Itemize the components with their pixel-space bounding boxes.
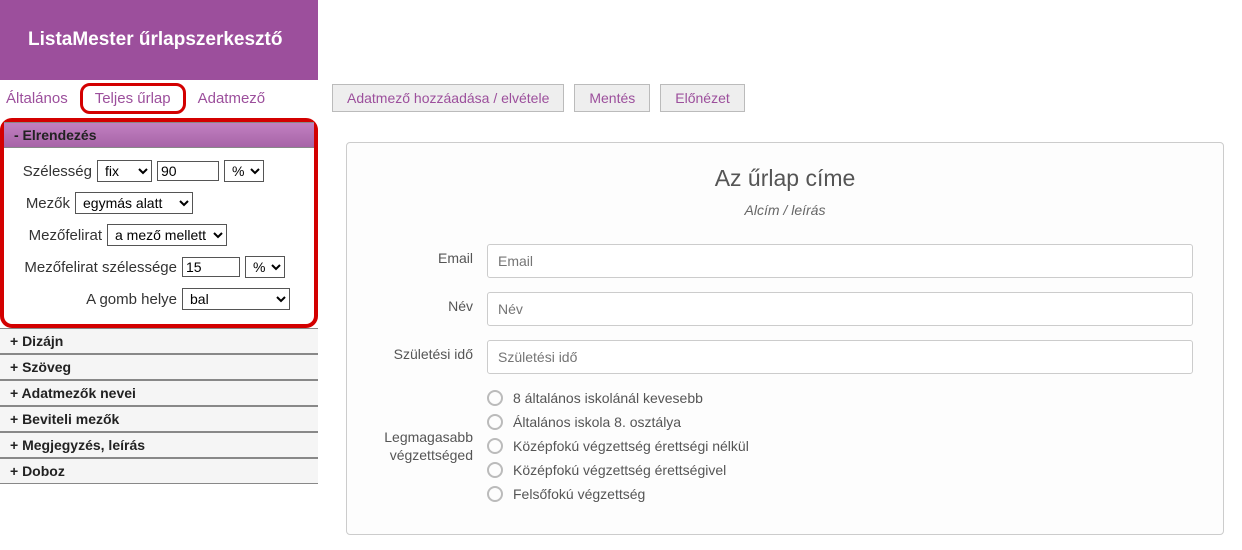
preview-area: Az űrlap címe Alcím / leírás Email Név S… — [318, 116, 1242, 535]
email-input[interactable] — [487, 244, 1193, 278]
tabs: Általános Teljes űrlap Adatmező — [0, 83, 318, 114]
toolbar: Adatmező hozzáadása / elvétele Mentés El… — [318, 84, 745, 112]
app-title: ListaMester űrlapszerkesztő — [28, 29, 283, 51]
add-remove-field-button[interactable]: Adatmező hozzáadása / elvétele — [332, 84, 564, 112]
form-row-name: Név — [377, 292, 1193, 326]
radio-icon — [487, 486, 503, 502]
tab-general[interactable]: Általános — [0, 84, 80, 113]
fields-select[interactable]: egymás alatt — [75, 192, 193, 214]
preview-button[interactable]: Előnézet — [660, 84, 744, 112]
radio-icon — [487, 390, 503, 406]
education-label: Legmagasabb végzettséged — [377, 388, 487, 464]
section-layout-header[interactable]: - Elrendezés — [4, 122, 314, 148]
width-label: Szélesség — [22, 163, 92, 180]
email-label: Email — [377, 244, 487, 266]
form-row-birth: Születési idő — [377, 340, 1193, 374]
save-button[interactable]: Mentés — [574, 84, 650, 112]
name-input[interactable] — [487, 292, 1193, 326]
section-layout-body: Szélesség fix % Mezők egymás alatt Mezőf… — [4, 148, 314, 324]
radio-icon — [487, 414, 503, 430]
width-mode-select[interactable]: fix — [97, 160, 152, 182]
form-row-education: Legmagasabb végzettséged 8 általános isk… — [377, 388, 1193, 510]
form-subtitle: Alcím / leírás — [377, 202, 1193, 218]
layout-section-highlight: - Elrendezés Szélesség fix % Mezők egymá… — [0, 118, 318, 328]
width-value-input[interactable] — [157, 161, 219, 181]
row-width: Szélesség fix % — [22, 160, 296, 182]
form-row-email: Email — [377, 244, 1193, 278]
fieldlabel-select[interactable]: a mező mellett — [107, 224, 227, 246]
section-inputs[interactable]: + Beviteli mezők — [0, 406, 318, 432]
section-design[interactable]: + Dizájn — [0, 328, 318, 354]
labelwidth-unit-select[interactable]: % — [245, 256, 285, 278]
fieldlabel-label: Mezőfelirat — [22, 227, 102, 244]
tab-full-form[interactable]: Teljes űrlap — [80, 83, 186, 114]
radio-icon — [487, 438, 503, 454]
buttonpos-label: A gomb helye — [22, 291, 177, 308]
top-row: Általános Teljes űrlap Adatmező Adatmező… — [0, 80, 1242, 116]
section-fieldnames[interactable]: + Adatmezők nevei — [0, 380, 318, 406]
education-radio-group: 8 általános iskolánál kevesebb Általános… — [487, 388, 1193, 510]
width-unit-select[interactable]: % — [224, 160, 264, 182]
labelwidth-label: Mezőfelirat szélessége — [22, 259, 177, 276]
buttonpos-select[interactable]: bal — [182, 288, 290, 310]
section-note[interactable]: + Megjegyzés, leírás — [0, 432, 318, 458]
birth-input[interactable] — [487, 340, 1193, 374]
name-label: Név — [377, 292, 487, 314]
sidebar: - Elrendezés Szélesség fix % Mezők egymá… — [0, 116, 318, 535]
row-fields: Mezők egymás alatt — [22, 192, 296, 214]
radio-option-1[interactable]: Általános iskola 8. osztálya — [487, 414, 1193, 430]
row-buttonpos: A gomb helye bal — [22, 288, 296, 310]
form-title: Az űrlap címe — [377, 165, 1193, 192]
fields-label: Mezők — [22, 195, 70, 212]
tab-data-field[interactable]: Adatmező — [186, 84, 278, 113]
section-text[interactable]: + Szöveg — [0, 354, 318, 380]
radio-option-3[interactable]: Középfokú végzettség érettségivel — [487, 462, 1193, 478]
radio-option-0[interactable]: 8 általános iskolánál kevesebb — [487, 390, 1193, 406]
row-labelwidth: Mezőfelirat szélessége % — [22, 256, 296, 278]
preview-box: Az űrlap címe Alcím / leírás Email Név S… — [346, 142, 1224, 535]
labelwidth-value-input[interactable] — [182, 257, 240, 277]
radio-option-2[interactable]: Középfokú végzettség érettségi nélkül — [487, 438, 1193, 454]
app-header: ListaMester űrlapszerkesztő — [0, 0, 318, 80]
section-box[interactable]: + Doboz — [0, 458, 318, 484]
row-fieldlabel: Mezőfelirat a mező mellett — [22, 224, 296, 246]
radio-icon — [487, 462, 503, 478]
main-area: - Elrendezés Szélesség fix % Mezők egymá… — [0, 116, 1242, 535]
birth-label: Születési idő — [377, 340, 487, 362]
radio-option-4[interactable]: Felsőfokú végzettség — [487, 486, 1193, 502]
